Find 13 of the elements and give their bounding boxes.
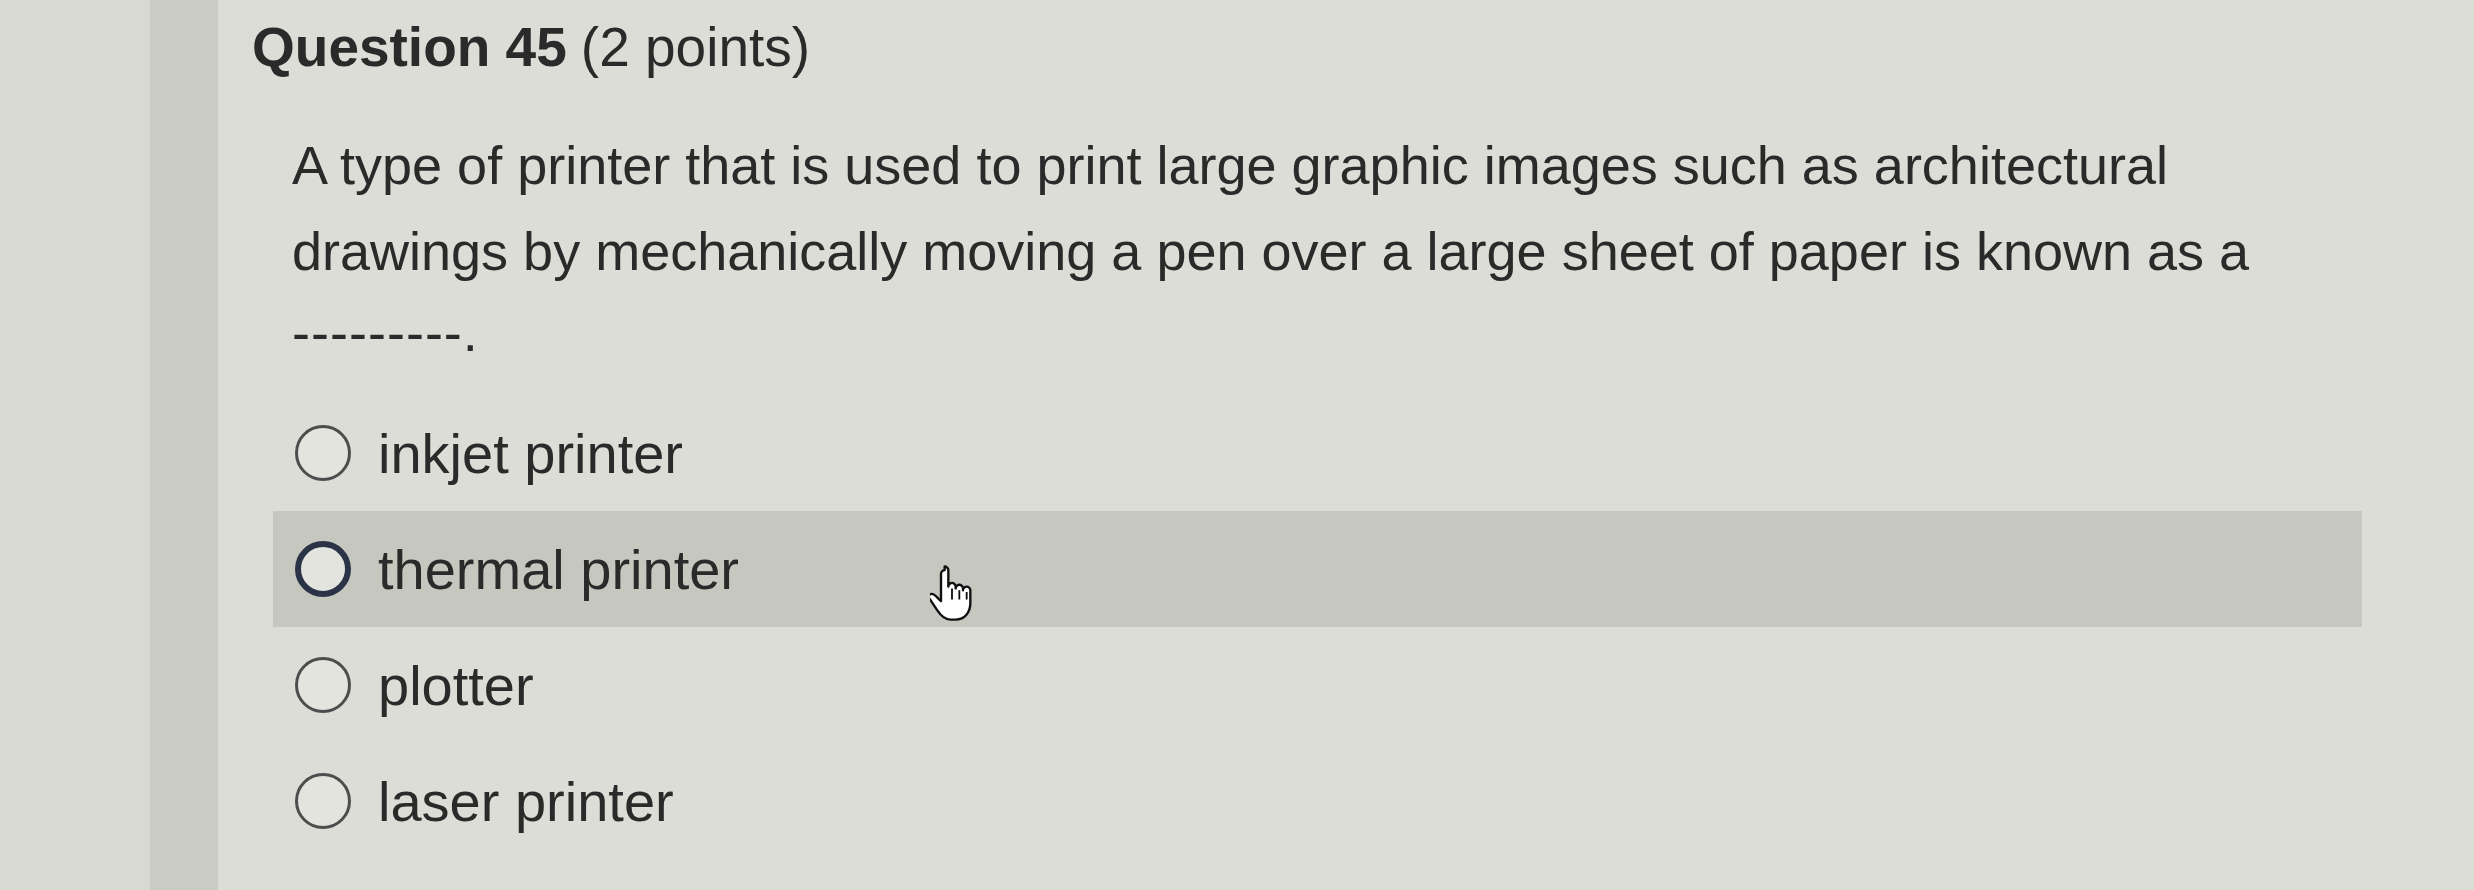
radio-button[interactable] (295, 425, 351, 481)
hand-cursor-icon (930, 563, 974, 623)
answer-option[interactable]: thermal printer (273, 511, 2362, 627)
fill-in-blank: ---------. (292, 301, 479, 364)
points-label: (2 points) (580, 15, 811, 79)
answer-option[interactable]: laser printer (273, 743, 2362, 859)
answer-option[interactable]: inkjet printer (273, 395, 2362, 511)
radio-button[interactable] (295, 657, 351, 713)
question-title: Question 45 (252, 15, 567, 79)
answer-option[interactable]: plotter (273, 627, 2362, 743)
radio-button[interactable] (295, 541, 351, 597)
question-text: A type of printer that is used to print large graphic images such as architectural drawings by mechanically moving a pen over a large sheet of paper is known as a (292, 134, 2251, 283)
radio-button[interactable] (295, 773, 351, 829)
